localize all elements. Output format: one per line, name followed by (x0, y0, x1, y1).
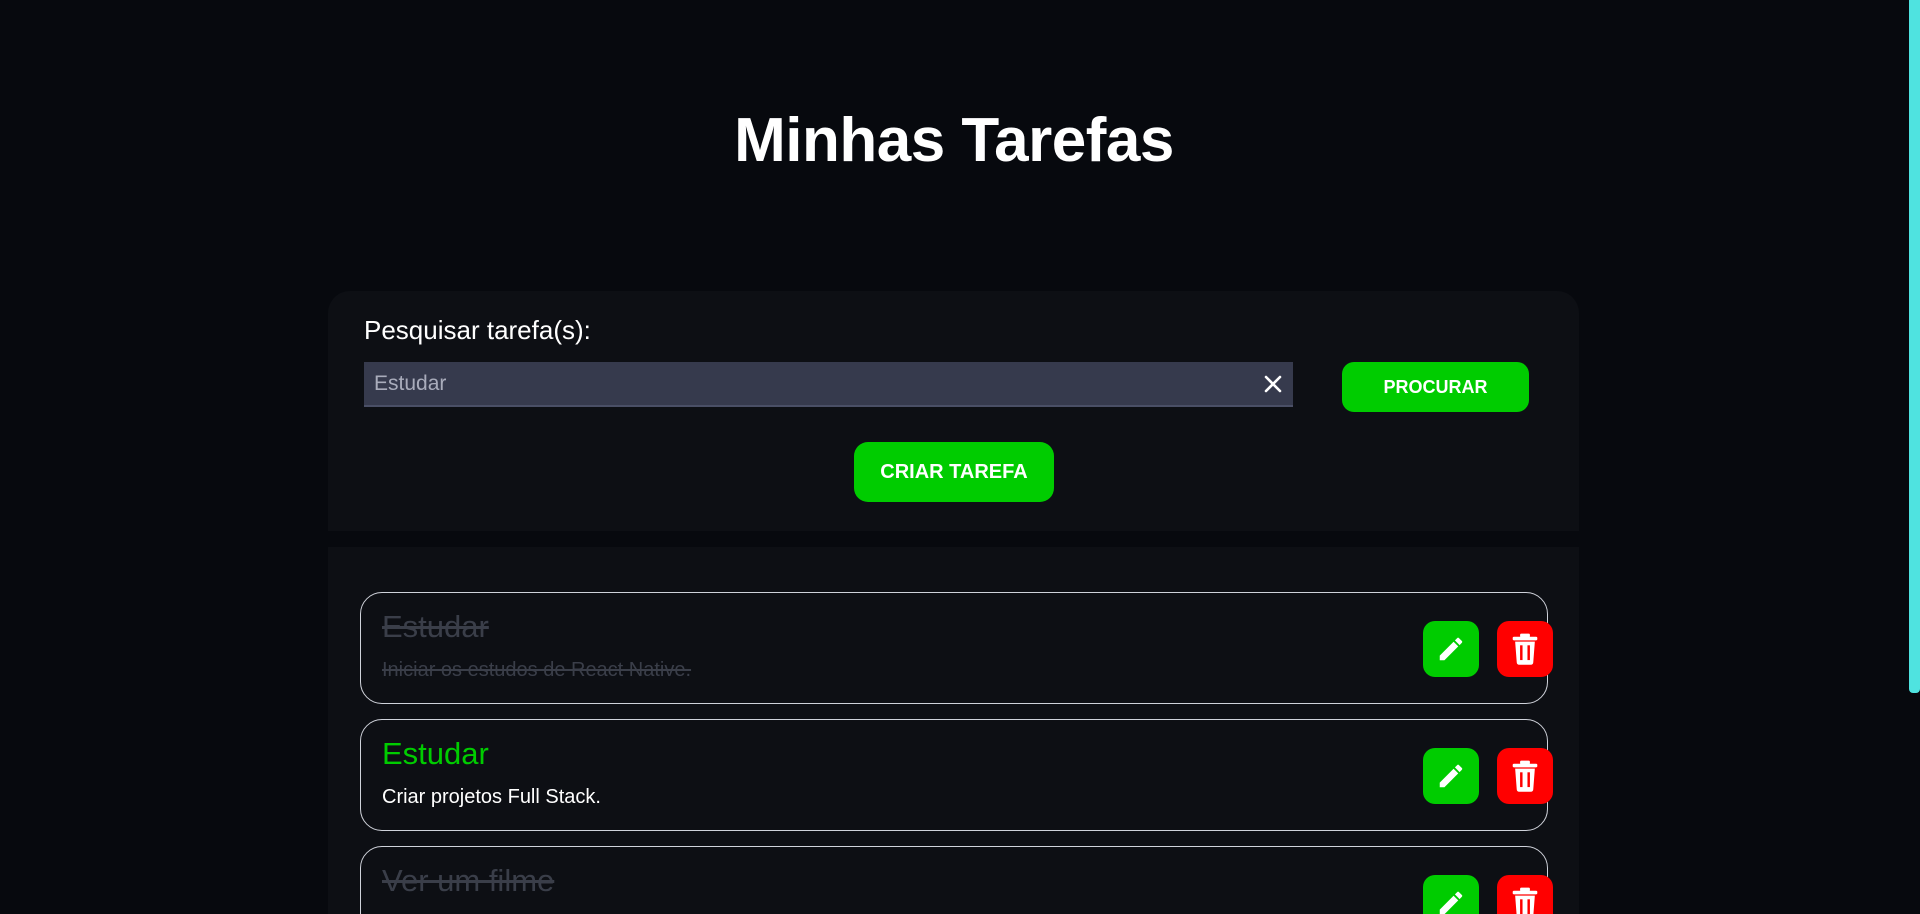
trash-icon (1512, 633, 1538, 665)
edit-task-button[interactable] (1423, 875, 1479, 914)
trash-icon (1512, 887, 1538, 914)
pencil-icon (1439, 891, 1463, 914)
search-input[interactable] (364, 362, 1253, 405)
task-title: Estudar (382, 736, 489, 771)
edit-task-button[interactable] (1423, 748, 1479, 804)
pencil-icon (1439, 637, 1463, 661)
create-task-button[interactable]: CRIAR TAREFA (854, 442, 1054, 502)
task-item: Estudar Criar projetos Full Stack. (360, 719, 1553, 831)
delete-task-button[interactable] (1497, 748, 1553, 804)
task-description: Iniciar os estudos de React Native. (382, 659, 692, 681)
page: Minhas Tarefas Pesquisar tarefa(s): PROC… (0, 0, 1920, 914)
trash-icon (1512, 760, 1538, 792)
delete-task-button[interactable] (1497, 875, 1553, 914)
search-button[interactable]: PROCURAR (1342, 362, 1529, 412)
task-title: Ver um filme (382, 863, 555, 898)
edit-task-button[interactable] (1423, 621, 1479, 677)
task-description: Criar projetos Full Stack. (382, 786, 601, 808)
task-title: Estudar (382, 609, 489, 644)
search-card: Pesquisar tarefa(s): PROCURAR CRIAR TARE… (328, 291, 1579, 531)
pencil-icon (1439, 764, 1463, 788)
task-item: Estudar Iniciar os estudos de React Nati… (360, 592, 1553, 704)
scrollbar[interactable] (1909, 0, 1920, 914)
task-list: Estudar Iniciar os estudos de React Nati… (328, 547, 1579, 914)
page-title: Minhas Tarefas (734, 106, 1174, 175)
scrollbar-thumb[interactable] (1909, 0, 1920, 693)
delete-task-button[interactable] (1497, 621, 1553, 677)
task-item: Ver um filme (360, 846, 1553, 914)
search-label: Pesquisar tarefa(s): (364, 315, 591, 345)
search-field (364, 362, 1293, 407)
close-icon[interactable] (1253, 361, 1293, 406)
